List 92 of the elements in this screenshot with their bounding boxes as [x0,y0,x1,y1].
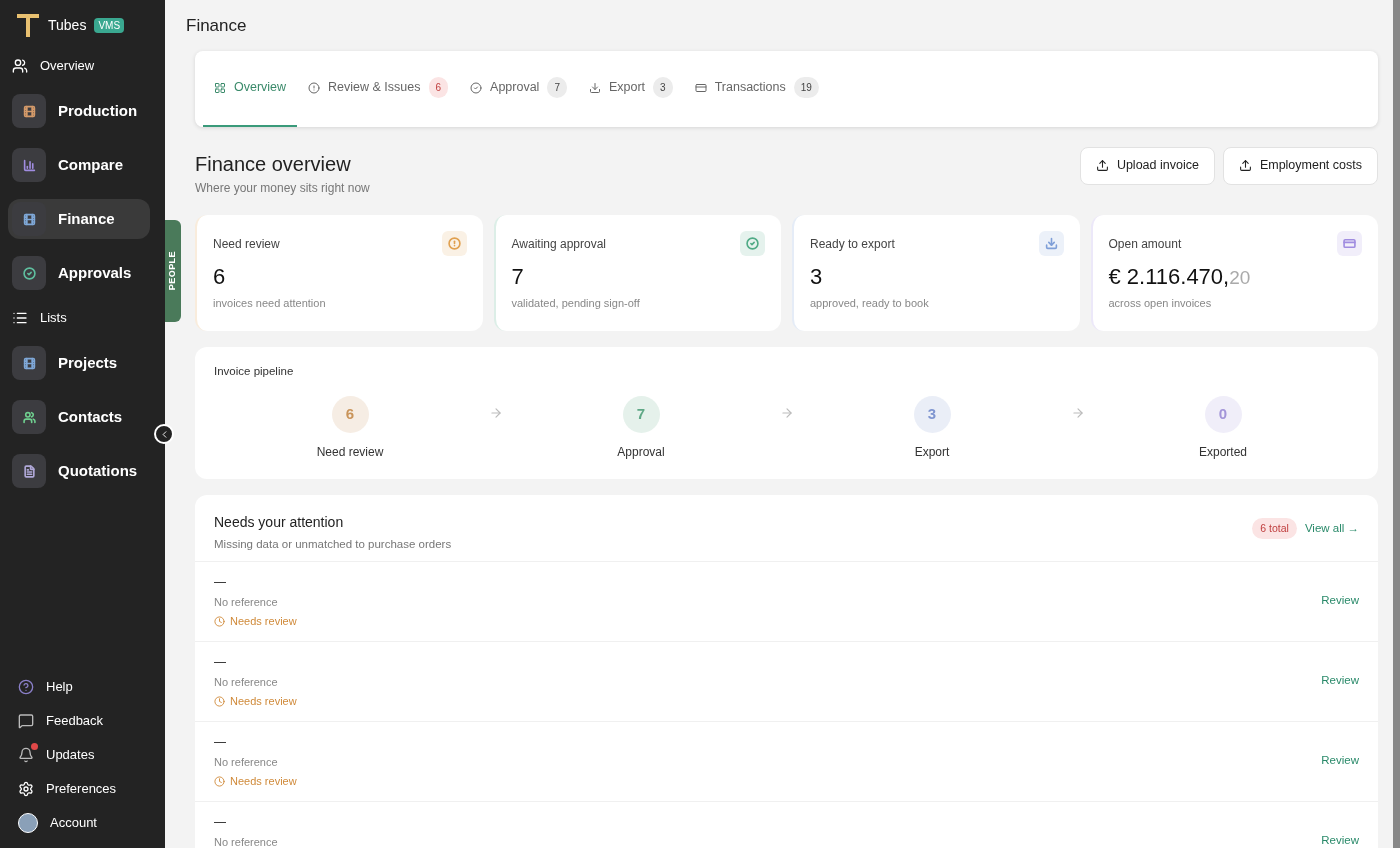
tab[interactable]: Overview [203,50,298,127]
attention-subtitle: Missing data or unmatched to purchase orders [214,536,452,552]
check-circle-icon [470,81,483,94]
upload-button[interactable]: Upload invoice [1079,146,1215,185]
tab[interactable]: Export 3 [577,50,684,127]
clock-icon [214,776,225,787]
brand-name: Tubes [48,15,87,35]
stat-caption: validated, pending sign-off [511,295,641,311]
sidebar-footer-item[interactable]: Preferences [0,772,165,806]
stat-label: Ready to export [810,235,895,253]
stage-label: Approval [617,443,665,461]
clock-icon [214,696,225,707]
alert-icon [308,81,321,94]
sidebar-footer-item[interactable]: Feedback [0,704,165,738]
tab[interactable]: Review & Issues 6 [297,50,460,127]
stat-caption: approved, ready to book [810,295,930,311]
stage-count: 7 [622,395,660,433]
stat-label: Awaiting approval [511,235,606,253]
review-link[interactable]: Review [1321,751,1359,769]
upload-button[interactable]: Employment costs [1222,146,1378,185]
upload-icon [1238,159,1252,172]
sidebar-item[interactable]: Production [8,91,157,131]
tab-count-badge: 6 [428,77,449,98]
attention-title: Needs your attention [214,512,345,532]
sidebar-footer-item[interactable]: Help [0,670,165,704]
download-icon [588,81,601,94]
list-icon [12,310,28,326]
help-icon [18,679,34,695]
sidebar-item[interactable]: Lists [0,300,165,336]
avatar-icon [18,813,38,833]
total-badge: 6 total [1252,517,1297,540]
people-icon [12,58,28,74]
sidebar-item[interactable]: Finance [8,199,150,239]
stat-value: € 2.116.470,20 [1108,262,1252,291]
invoice-reference: No reference [214,754,279,770]
review-link[interactable]: Review [1321,591,1359,609]
stage-label: Need review [316,443,384,461]
invoice-reference: No reference [214,594,279,610]
settings-icon [18,781,34,797]
invoice-name: — [214,653,227,671]
collapse-button[interactable] [154,424,174,444]
stat-label: Need review [213,235,280,253]
pipeline-title: Invoice pipeline [214,363,295,379]
invoice-name: — [214,813,227,831]
sidebar-item[interactable]: Projects [8,343,157,383]
chat-icon [18,713,34,729]
stat-value: 3 [810,262,824,291]
view-all-link[interactable]: View all → [1304,519,1359,537]
stage-label: Export [914,443,950,461]
tab[interactable]: Transactions 19 [683,50,830,127]
arrow-icon [779,405,794,420]
stage-label: Exported [1199,443,1247,461]
stat-caption: across open invoices [1108,295,1213,311]
tab[interactable]: Approval 7 [459,50,578,127]
page-title: Finance [186,15,248,37]
sidebar-item[interactable]: Approvals [8,253,157,293]
sidebar-item[interactable]: Quotations [8,451,157,491]
review-link[interactable]: Review [1321,671,1359,689]
sidebar-footer-item[interactable]: Account [0,806,165,840]
grid-icon [214,81,226,94]
review-link[interactable]: Review [1321,831,1359,848]
sidebar-footer-item[interactable]: Updates [0,738,165,772]
sidebar-item[interactable]: Contacts [8,397,157,437]
arrow-icon [488,405,503,420]
invoice-name: — [214,573,227,591]
sidebar-item[interactable]: Compare [8,145,157,185]
stat-label: Open amount [1108,235,1182,253]
brand-badge: VMS [94,17,125,33]
section-subtitle: Where your money sits right now [195,179,370,197]
status-label: Needs review [214,613,297,630]
status-label: Needs review [214,773,297,790]
stat-value: 7 [511,262,525,291]
section-title: Finance overview [195,151,352,177]
bell-icon [18,747,34,763]
stage-count: 0 [1204,395,1242,433]
card-icon [694,81,707,94]
status-label: Needs review [214,693,297,710]
stage-count: 6 [331,395,369,433]
clock-icon [214,616,225,627]
tab-count-badge: 3 [653,77,673,98]
invoice-reference: No reference [214,834,278,848]
invoice-reference: No reference [214,674,279,690]
sidebar-item[interactable]: Overview [0,48,165,84]
people-side-tab[interactable]: PEOPLE [165,220,181,322]
tab-count-badge: 19 [793,77,819,98]
stat-caption: invoices need attention [213,295,327,311]
invoice-name: — [214,733,227,751]
logo-icon [16,12,40,38]
stat-value: 6 [213,262,227,291]
stage-count: 3 [913,395,951,433]
tab-count-badge: 7 [547,77,567,98]
upload-icon [1095,159,1109,172]
